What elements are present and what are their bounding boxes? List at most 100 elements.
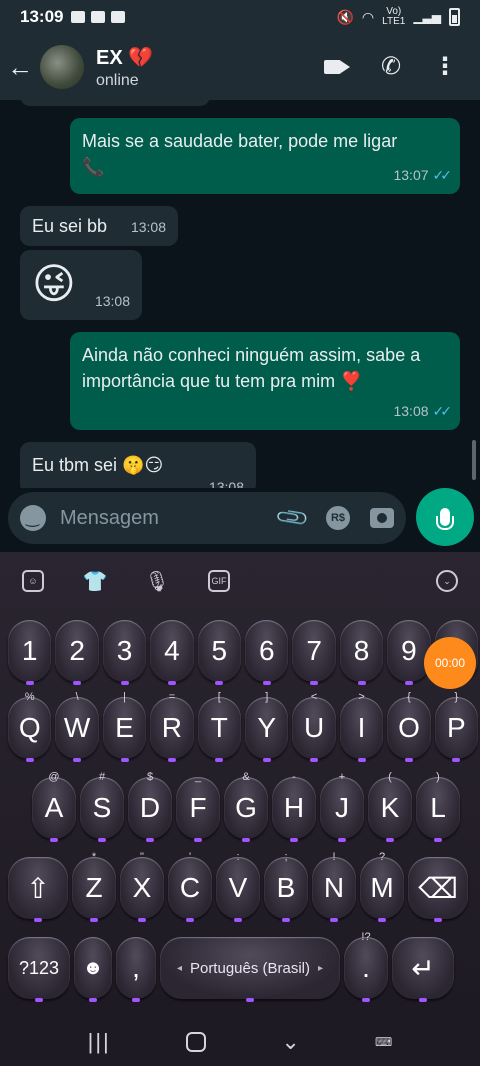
period-key[interactable]: !?. [344,931,388,1002]
key-r[interactable]: = R [150,691,194,762]
network-label: Vo) LTE1 [382,6,406,27]
back-nav-icon[interactable]: ⌄ [281,1029,299,1055]
contact-name: EX 💔 [96,46,154,69]
sticker-icon[interactable]: ☺ [22,570,44,592]
recent-apps-icon[interactable]: ||| [88,1029,111,1055]
chat-messages[interactable]: Mais se a saudade bater, pode me ligar 📞… [0,100,480,488]
key-1[interactable]: 1 [8,620,52,685]
message-composer: Mensagem 📎 R$ [0,488,480,552]
chat-scrollbar[interactable] [472,440,476,480]
key-2[interactable]: 2 [55,620,99,685]
payment-icon[interactable]: R$ [326,506,350,530]
mic-icon [436,508,454,530]
letter-row-2: @ A # S $ D _ F & G -H + J (K ) L [0,771,480,842]
voice-message-button[interactable] [416,488,474,546]
camera-icon[interactable] [370,508,394,528]
emoji-icon[interactable] [20,505,46,531]
key-y[interactable]: ] Y [245,691,289,762]
theme-icon[interactable]: 👕 [83,570,108,593]
contact-info[interactable]: EX 💔 online [96,45,153,90]
letter-row-1: % Q \ W | E = R [T ] Y < U > I {O } P [0,691,480,762]
key-x[interactable]: " X [120,851,164,922]
chat-header: ← EX 💔 online ✆ ⋮ [0,34,480,100]
message-time: 13:08 [393,403,429,419]
key-t[interactable]: [T [197,691,242,762]
mute-icon: 🔇 [336,8,354,25]
backspace-key[interactable]: ⌫ [408,857,468,922]
more-options-icon[interactable]: ⋮ [432,54,458,80]
gif-icon[interactable]: GIF [208,570,230,592]
status-bar: 13:09 🔇 ◠ Vo) LTE1 ▁▃▅ [0,0,480,34]
key-i[interactable]: > I [339,691,384,762]
key-q[interactable]: % Q [8,691,52,762]
message-time: 13:08 [94,293,130,309]
status-time: 13:09 [20,7,64,26]
emoji-key-icon: ☻ [82,956,104,979]
lang-right-icon: ▸ [318,962,324,974]
home-icon[interactable] [186,1032,207,1052]
contact-status: online [96,71,139,89]
enter-key[interactable]: ↵ [392,937,454,1002]
image-status-icon [91,11,106,23]
signal-icon: ▁▃▅ [413,10,441,24]
key-b[interactable]: ; B [264,851,308,922]
message-input-field[interactable]: Mensagem 📎 R$ [8,492,406,544]
message-time: 13:08 [208,479,244,488]
key-f[interactable]: _ F [176,771,220,842]
space-key[interactable]: ◂ Português (Brasil) ▸ [160,937,340,1002]
language-label: Português (Brasil) [189,959,311,977]
key-8[interactable]: 8 [339,620,384,685]
message-bubble-incoming[interactable]: Eu sei bb 13:08 [20,206,178,246]
key-9[interactable]: 9 [387,620,431,685]
key-u[interactable]: < U [292,691,336,762]
key-e[interactable]: | E [102,691,147,762]
winking-tongue-emoji: 😜 [32,260,76,307]
emoji-key[interactable]: ☻ [74,937,112,1002]
key-5[interactable]: 5 [197,620,242,685]
letter-row-3: ⇧ * Z " X ' C :V ; B ! N ? M ⌫ [0,851,480,922]
key-s[interactable]: # S [80,771,124,842]
collapse-keyboard-icon[interactable]: ⌄ [436,570,458,592]
key-g[interactable]: & G [224,771,268,842]
message-text: Mais se a saudade bater, pode me ligar [82,131,398,151]
key-l[interactable]: ) L [416,771,460,842]
key-m[interactable]: ? M [360,851,404,922]
recording-timer-badge[interactable]: 00:00 [424,637,476,689]
key-7[interactable]: 7 [292,620,336,685]
key-w[interactable]: \ W [55,691,99,762]
key-v[interactable]: :V [216,851,260,922]
key-3[interactable]: 3 [102,620,147,685]
message-bubble-outgoing[interactable]: Ainda não conheci ninguém assim, sabe a … [70,332,460,430]
symbols-key[interactable]: ?123 [8,937,70,1002]
message-time: 13:08 [130,219,166,235]
key-j[interactable]: + J [320,771,364,842]
back-arrow-icon[interactable]: ← [0,52,40,83]
keyboard-switch-icon[interactable]: ⌨ [375,1035,392,1049]
key-h[interactable]: -H [272,771,316,842]
key-6[interactable]: 6 [245,620,289,685]
key-c[interactable]: ' C [168,851,212,922]
key-a[interactable]: @ A [32,771,76,842]
notification-status-icon [111,11,126,23]
key-p[interactable]: } P [434,691,479,762]
video-call-icon[interactable] [324,54,350,80]
key-z[interactable]: * Z [72,851,116,922]
keyboard: ☺ 👕 🎙 GIF ⌄ 1 2 3 4 5 6 7 8 9 0 %Q \W |E… [0,552,480,1018]
battery-icon [449,8,460,26]
key-o[interactable]: {O [387,691,431,762]
wifi-icon: ◠ [361,8,375,25]
comma-key[interactable]: , [116,937,156,1002]
key-n[interactable]: ! N [312,851,356,922]
attach-icon[interactable]: 📎 [273,499,311,537]
message-bubble-incoming[interactable]: 😜 13:08 [20,250,142,320]
phone-call-icon[interactable]: ✆ [378,54,404,80]
message-bubble-outgoing[interactable]: Mais se a saudade bater, pode me ligar 📞… [70,118,460,194]
contact-avatar[interactable] [40,45,84,89]
shift-key[interactable]: ⇧ [8,857,68,922]
voice-input-icon[interactable]: 🎙 [144,570,169,593]
key-k[interactable]: (K [368,771,412,842]
key-4[interactable]: 4 [150,620,194,685]
key-d[interactable]: $ D [128,771,172,842]
read-ticks-icon: ✓✓ [432,403,453,419]
message-bubble-incoming[interactable]: Eu tbm sei 🤫😏 13:08 [20,442,256,488]
